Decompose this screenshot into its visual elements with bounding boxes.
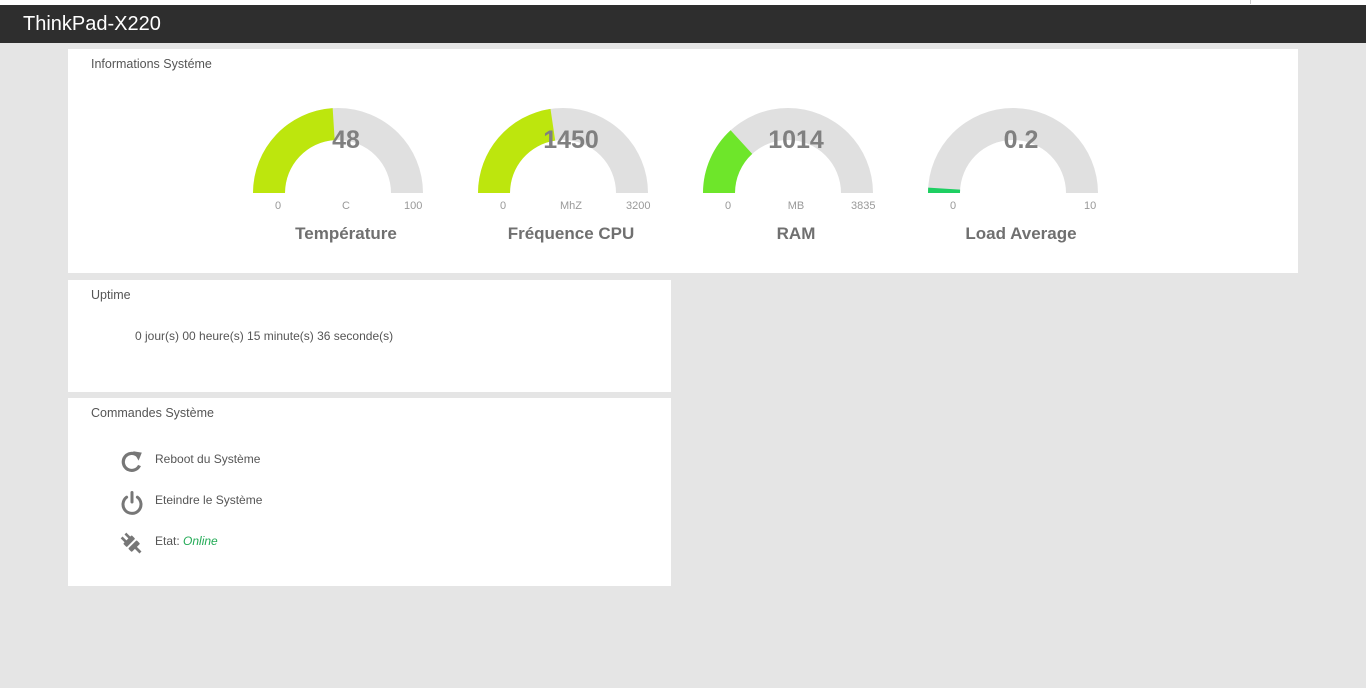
gauge-load-average-value: 0.2 [1003, 126, 1039, 154]
reboot-link[interactable]: Reboot du Système [155, 452, 260, 466]
plug-icon [120, 532, 142, 554]
power-icon[interactable] [118, 489, 146, 517]
gauge-ram-arc [703, 108, 873, 193]
strip-separator [1250, 0, 1251, 4]
gauge-ram-value: 1014 [768, 126, 824, 154]
gauge-cpu-frequency-arc [478, 108, 648, 193]
system-info-panel: Informations Systéme 48 0 C 100 Températ… [68, 49, 1298, 273]
connection-state: Etat: Online [118, 530, 518, 560]
gauge-temperature-label: Température [295, 224, 397, 243]
gauge-load-average: 0.2 0 10 Load Average [921, 107, 1121, 247]
uptime-panel: Uptime 0 jour(s) 00 heure(s) 15 minute(s… [68, 280, 671, 392]
panel-title-commands: Commandes Système [91, 406, 214, 420]
system-commands-panel: Commandes Système Reboot du Système Etei… [68, 398, 671, 586]
gauge-temperature-value: 48 [332, 126, 360, 154]
gauge-ram-max: 3835 [851, 200, 876, 212]
app-header: ThinkPad-X220 [0, 5, 1366, 43]
shutdown-link[interactable]: Eteindre le Système [155, 493, 262, 507]
gauge-cpu-frequency: 1450 0 MhZ 3200 Fréquence CPU [471, 107, 671, 247]
gauge-load-average-max: 10 [1084, 200, 1097, 212]
state-value: Online [183, 534, 218, 548]
gauge-temperature-max: 100 [404, 200, 423, 212]
gauge-load-average-label: Load Average [965, 224, 1077, 243]
gauge-ram-label: RAM [776, 224, 816, 243]
gauge-cpu-frequency-value: 1450 [543, 126, 599, 154]
gauge-temperature: 48 0 C 100 Température [246, 107, 446, 247]
uptime-value: 0 jour(s) 00 heure(s) 15 minute(s) 36 se… [135, 329, 394, 343]
gauge-cpu-frequency-max: 3200 [626, 200, 651, 212]
panel-title-uptime: Uptime [91, 288, 131, 302]
panel-title-system-info: Informations Systéme [91, 57, 212, 71]
gauge-temperature-arc [253, 108, 423, 193]
shutdown-command[interactable]: Eteindre le Système [118, 489, 518, 519]
gauge-load-average-min: 0 [950, 200, 957, 212]
refresh-icon[interactable] [118, 448, 146, 476]
host-title[interactable]: ThinkPad-X220 [23, 13, 161, 35]
gauge-load-average-arc [928, 108, 1098, 193]
gauge-ram: 1014 0 MB 3835 RAM [696, 107, 896, 247]
reboot-command[interactable]: Reboot du Système [118, 448, 518, 478]
state-label: Etat: [155, 534, 180, 548]
state-text: Etat: Online [155, 534, 218, 548]
gauge-cpu-frequency-label: Fréquence CPU [507, 224, 635, 243]
